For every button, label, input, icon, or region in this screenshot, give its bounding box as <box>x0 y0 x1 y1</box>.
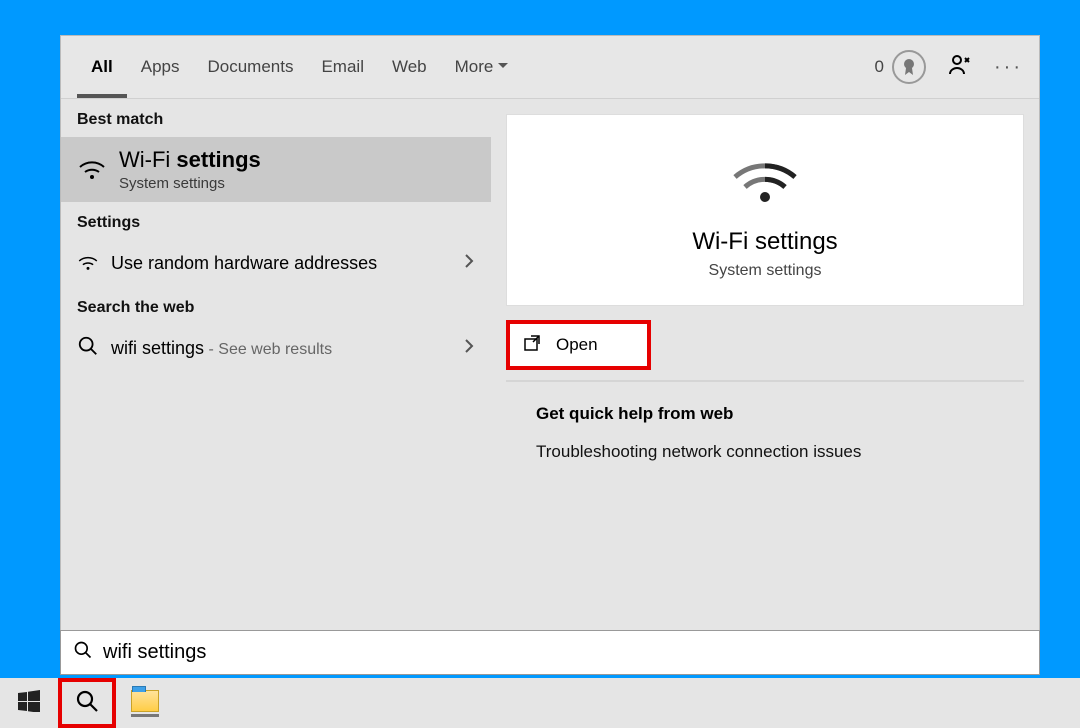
start-button[interactable] <box>0 678 58 728</box>
rewards-count: 0 <box>875 57 884 77</box>
search-panel: All Apps Documents Email Web More 0 ··· <box>60 35 1040 675</box>
open-icon <box>524 335 542 356</box>
result-title: Use random hardware addresses <box>111 253 377 274</box>
actions-list: Open <box>506 320 1024 370</box>
quick-help-heading: Get quick help from web <box>536 404 1024 424</box>
windows-icon <box>18 690 40 717</box>
section-settings: Settings <box>61 202 491 240</box>
search-bar[interactable] <box>60 630 1040 675</box>
tab-documents[interactable]: Documents <box>193 36 307 98</box>
tab-web[interactable]: Web <box>378 36 441 98</box>
medal-icon <box>892 50 926 84</box>
search-input[interactable] <box>103 641 1027 664</box>
detail-title: Wi-Fi settings <box>692 228 837 256</box>
chevron-right-icon <box>463 253 475 274</box>
wifi-icon <box>77 152 107 187</box>
detail-card: Wi-Fi settings System settings <box>506 114 1024 306</box>
section-best-match: Best match <box>61 99 491 137</box>
tab-apps[interactable]: Apps <box>127 36 194 98</box>
tab-all[interactable]: All <box>77 36 127 98</box>
detail-subtitle: System settings <box>709 262 822 280</box>
rewards-button[interactable]: 0 <box>875 50 926 84</box>
more-options-icon[interactable]: ··· <box>994 56 1023 79</box>
search-icon <box>75 689 99 718</box>
section-search-web: Search the web <box>61 287 491 325</box>
quick-help-troubleshoot[interactable]: Troubleshooting network connection issue… <box>536 442 1024 462</box>
taskbar <box>0 678 1080 728</box>
tab-email[interactable]: Email <box>307 36 378 98</box>
result-wifi-settings[interactable]: Wi-Fi settings System settings <box>61 137 491 202</box>
search-icon <box>73 640 93 665</box>
folder-icon <box>131 690 159 712</box>
chevron-right-icon <box>463 338 475 359</box>
open-label: Open <box>556 335 598 355</box>
result-subtitle: System settings <box>119 175 261 192</box>
wifi-icon <box>77 250 99 277</box>
panel-body: Best match Wi-Fi settings System setting… <box>61 99 1039 674</box>
detail-pane: Wi-Fi settings System settings Open Get … <box>491 99 1039 674</box>
chevron-down-icon <box>497 57 509 77</box>
result-web-wifi-settings[interactable]: wifi settings - See web results <box>61 325 491 372</box>
results-list: Best match Wi-Fi settings System setting… <box>61 99 491 674</box>
open-button[interactable]: Open <box>506 320 651 370</box>
search-icon <box>77 335 99 362</box>
result-title: Wi-Fi settings <box>119 147 261 173</box>
divider <box>506 380 1024 382</box>
taskbar-search-button[interactable] <box>58 678 116 728</box>
result-title: wifi settings - See web results <box>111 338 332 359</box>
result-random-hw-addresses[interactable]: Use random hardware addresses <box>61 240 491 287</box>
person-icon[interactable] <box>948 53 972 82</box>
wifi-icon-large <box>730 145 800 210</box>
tab-more[interactable]: More <box>441 36 524 98</box>
file-explorer-button[interactable] <box>116 678 174 728</box>
filter-tabs: All Apps Documents Email Web More 0 ··· <box>61 36 1039 99</box>
